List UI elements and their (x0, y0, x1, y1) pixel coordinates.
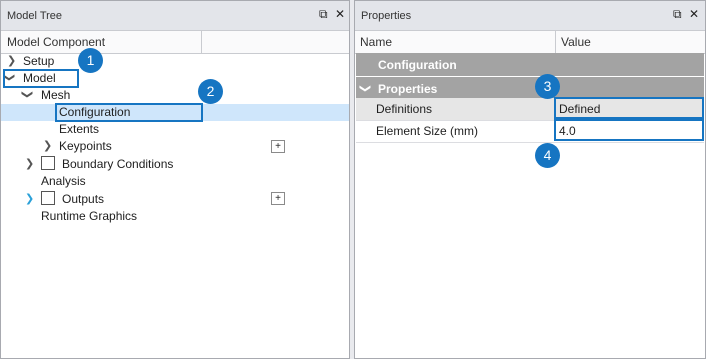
chevron-right-icon[interactable]: ❯ (43, 139, 52, 152)
tree-item-label: Mesh (41, 88, 71, 102)
model-highlight-box (3, 69, 79, 88)
configuration-section-row: Configuration (356, 53, 704, 76)
definitions-highlight-box (554, 97, 704, 119)
close-icon[interactable]: ✕ (689, 7, 699, 21)
add-output-button[interactable]: + (271, 192, 285, 205)
tree-item-setup[interactable]: ❯ Setup (1, 53, 349, 70)
add-keypoint-button[interactable]: + (271, 140, 285, 153)
tree-item-label: Outputs (62, 192, 105, 206)
callout-badge-3: 3 (535, 74, 560, 99)
tree-item-label: Extents (59, 122, 100, 136)
float-window-icon[interactable]: ⧉ (673, 7, 682, 22)
model-tree-panel: Model Tree ⧉ ✕ Model Component ❯ Setup ❯… (0, 0, 350, 359)
model-component-header: Model Component (7, 35, 106, 49)
chevron-right-icon[interactable]: ❯ (25, 157, 34, 170)
chevron-right-icon[interactable]: ❯ (7, 54, 16, 67)
chevron-down-icon[interactable]: ❯ (359, 84, 372, 93)
tree-item-mesh[interactable]: ❯ Mesh (1, 87, 349, 104)
model-tree-titlebar: Model Tree ⧉ ✕ (1, 1, 349, 31)
tree-column-header[interactable]: Model Component (1, 31, 349, 54)
tree-item-analysis[interactable]: Analysis (1, 173, 349, 190)
tree-item-extents[interactable]: Extents (1, 121, 349, 138)
tree-item-keypoints[interactable]: ❯ Keypoints + (1, 138, 349, 155)
chevron-down-icon[interactable]: ❯ (21, 90, 34, 99)
property-name: Element Size (mm) (376, 124, 479, 138)
tree-item-runtime-graphics[interactable]: Runtime Graphics (1, 208, 349, 225)
boundary-conditions-checkbox[interactable] (41, 156, 55, 170)
group-title: Properties (378, 82, 438, 96)
tree-item-outputs[interactable]: ❯ Outputs + (1, 191, 349, 208)
column-divider[interactable] (201, 31, 202, 53)
property-name: Definitions (376, 102, 433, 116)
properties-panel: Properties ⧉ ✕ Name Value Configuration … (354, 0, 706, 359)
callout-badge-1: 1 (78, 48, 103, 73)
tree-item-label: Keypoints (59, 139, 112, 153)
tree-item-label: Runtime Graphics (41, 209, 138, 223)
tree-item-boundary-conditions[interactable]: ❯ Boundary Conditions (1, 156, 349, 173)
tree-item-label: Setup (23, 54, 55, 68)
column-divider[interactable] (555, 31, 556, 53)
properties-title: Properties (361, 10, 412, 22)
name-column-header: Name (360, 35, 393, 49)
chevron-right-icon[interactable]: ❯ (25, 192, 34, 205)
close-icon[interactable]: ✕ (335, 7, 345, 21)
model-tree-title: Model Tree (7, 10, 63, 22)
callout-badge-2: 2 (198, 79, 223, 104)
element-size-highlight-box (554, 119, 704, 141)
outputs-checkbox[interactable] (41, 191, 55, 205)
value-column-header: Value (561, 35, 591, 49)
tree-item-label: Analysis (41, 174, 86, 188)
float-window-icon[interactable]: ⧉ (319, 7, 328, 22)
section-title: Configuration (378, 58, 457, 72)
properties-titlebar: Properties ⧉ ✕ (355, 1, 705, 31)
callout-badge-4: 4 (535, 143, 560, 168)
configuration-highlight-box (55, 103, 203, 122)
properties-column-header[interactable]: Name Value (355, 31, 705, 54)
tree-item-label: Boundary Conditions (62, 157, 174, 171)
